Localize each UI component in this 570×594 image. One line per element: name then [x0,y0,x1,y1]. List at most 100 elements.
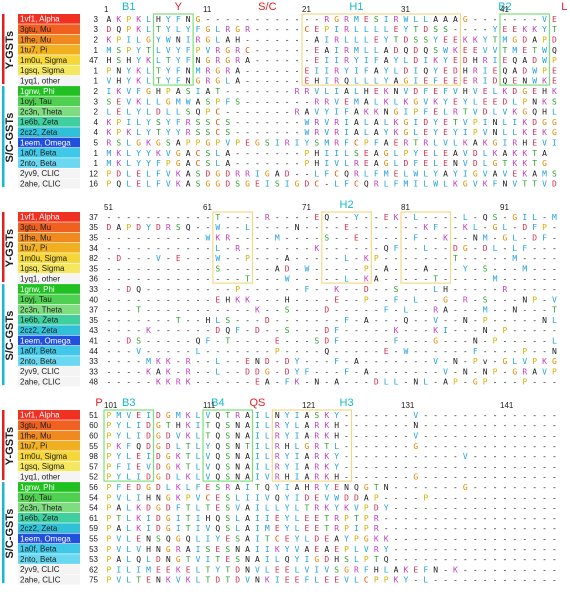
residue: - [522,545,527,554]
residue: N [473,337,478,346]
residue: - [384,337,389,346]
residue: S [265,139,270,148]
residue: L [354,36,359,45]
residue: - [404,452,409,461]
residue: - [423,234,428,243]
residue: A [206,87,211,96]
residue: - [206,275,211,284]
residue: - [413,306,418,315]
residue: - [453,504,458,513]
residue: - [156,275,161,284]
residue: A [443,378,448,387]
residue: D [532,234,537,243]
residue: - [394,367,399,376]
residue: H [463,66,468,75]
residue: D [374,378,379,387]
residue: Q [384,244,389,253]
residue: Q [215,524,220,533]
residue: L [354,545,359,554]
residue: - [394,411,399,420]
residue: - [275,15,280,24]
residue: A [295,483,300,492]
residue: A [503,149,508,158]
residue: L [126,169,131,178]
residue: R [374,545,379,554]
residue: T [166,56,171,65]
residue: E [245,357,250,366]
residue: - [305,46,310,55]
residue: A [285,254,290,263]
residue: N [235,545,240,554]
residue: V [176,432,181,441]
residue: - [384,357,389,366]
residue: L [512,97,517,106]
residue: - [354,367,359,376]
residue: D [552,36,557,45]
residue: L [275,555,280,564]
residue: K [136,504,141,513]
residue: - [423,254,428,263]
residue: - [404,254,409,263]
residue: V [364,545,369,554]
residue: N [166,555,171,564]
residue: - [265,326,270,335]
residue: E [443,36,448,45]
residue: N [394,87,399,96]
residue: Y [126,66,131,75]
residue: V [116,493,121,502]
residue: - [275,316,280,325]
residue: Q [503,77,508,86]
residue: L [453,139,458,148]
residue: I [107,87,112,96]
residue: - [453,326,458,335]
residue: - [483,223,488,232]
residue: - [453,411,458,420]
residue: - [364,473,369,482]
residue: E [176,254,181,263]
residue: - [245,347,250,356]
residue: - [443,316,448,325]
residue: L [384,565,389,574]
residue: L [146,77,151,86]
residue: Q [503,66,508,75]
residue: - [413,244,418,253]
residue: G [156,139,161,148]
residue: L [265,442,270,451]
residue: G [166,452,171,461]
residue: A [354,128,359,137]
residue: - [463,462,468,471]
residue: - [305,234,310,243]
residue: H [305,483,310,492]
residue: F [344,139,349,148]
residue: - [463,535,468,544]
residue: - [245,244,250,253]
residue: E [443,149,448,158]
residue: - [107,275,112,284]
residue: Y [285,514,290,523]
residue: - [423,411,428,420]
residue: K [176,169,181,178]
residue: - [354,326,359,335]
alignment-block-1: B1 Y S/C H1 B2 L1 11 21 31 41Y-GSTsS/C-GSTs1vf1, … [2,1,567,189]
residue: - [146,316,151,325]
residue: P [493,337,498,346]
residue: M [483,306,488,315]
residue: - [503,442,508,451]
residue: K [404,97,409,106]
residue: V [473,108,478,117]
residue: - [493,432,498,441]
residue: E [374,87,379,96]
residue: D [354,493,359,502]
residue: C [354,180,359,189]
residue: - [215,275,220,284]
residue: N [413,421,418,430]
residue: C [196,159,201,168]
residue: P [107,535,112,544]
protein-name: 1e6b, Zeta [20,316,59,325]
residue: H [364,87,369,96]
residue: - [552,254,557,263]
residue: - [255,275,260,284]
residue: A [116,555,121,564]
protein-name: 1fhe, Mu [20,431,51,440]
residue: - [433,462,438,471]
